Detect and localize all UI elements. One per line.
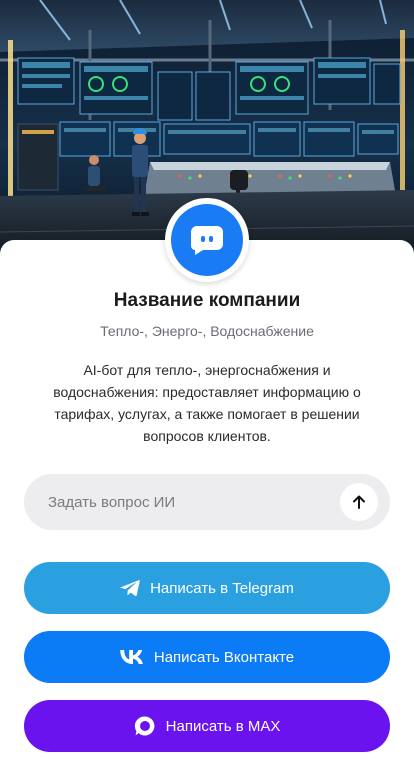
vk-icon: [120, 650, 144, 664]
ask-ai-input[interactable]: [24, 474, 340, 530]
chat-bot-icon: [191, 226, 223, 255]
telegram-icon: [120, 579, 140, 597]
ask-ai-field: [24, 474, 390, 530]
company-description: AI-бот для тепло-, энергоснабжения и вод…: [53, 362, 361, 444]
vk-button[interactable]: Написать Вконтакте: [24, 631, 390, 683]
vk-button-label: Написать Вконтакте: [153, 648, 295, 666]
telegram-button[interactable]: Написать в Telegram: [24, 562, 390, 614]
max-button-label: Написать в MAX: [165, 717, 281, 735]
company-name: Название компании: [113, 290, 301, 311]
avatar-circle: [171, 204, 243, 276]
send-button[interactable]: [340, 483, 378, 521]
company-avatar: [165, 198, 249, 282]
company-tagline: Тепло-, Энерго-, Водоснабжение: [100, 323, 314, 339]
max-button[interactable]: Написать в MAX: [24, 700, 390, 752]
telegram-button-label: Написать в Telegram: [150, 579, 294, 597]
chat-landing-page: Название компании Тепло-, Энерго-, Водос…: [0, 0, 414, 770]
max-icon: [134, 715, 156, 737]
arrow-up-icon: [353, 495, 365, 509]
